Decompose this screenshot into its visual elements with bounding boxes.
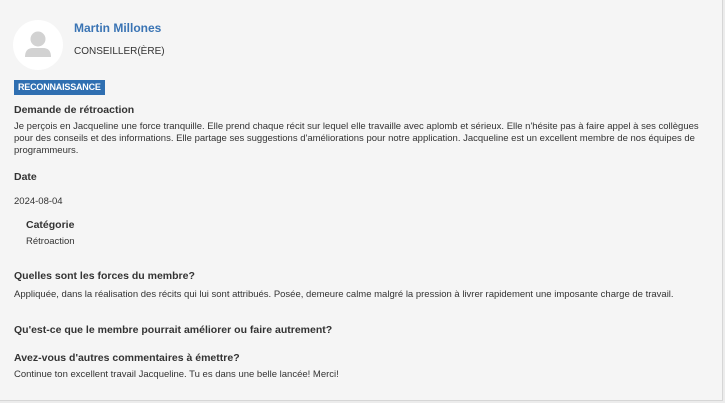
strengths-question: Quelles sont les forces du membre? bbox=[14, 270, 195, 282]
recognition-badge: RECONNAISSANCE bbox=[14, 80, 105, 95]
feedback-card: Martin Millones CONSEILLER(ÈRE) RECONNAI… bbox=[0, 0, 723, 401]
improve-question: Qu'est-ce que le membre pourrait amélior… bbox=[14, 324, 333, 336]
date-label: Date bbox=[14, 171, 37, 183]
feedback-label: Demande de rétroaction bbox=[14, 104, 135, 116]
category-label: Catégorie bbox=[26, 219, 75, 231]
strengths-answer: Appliquée, dans la réalisation des récit… bbox=[14, 289, 674, 300]
date-value: 2024-08-04 bbox=[14, 196, 63, 207]
member-role: CONSEILLER(ÈRE) bbox=[74, 46, 165, 57]
avatar bbox=[13, 20, 63, 70]
category-value: Rétroaction bbox=[26, 236, 75, 247]
comments-answer: Continue ton excellent travail Jacquelin… bbox=[14, 369, 339, 380]
comments-question: Avez-vous d'autres commentaires à émettr… bbox=[14, 352, 240, 364]
user-placeholder-icon bbox=[25, 31, 51, 57]
member-name[interactable]: Martin Millones bbox=[74, 21, 161, 35]
feedback-text: Je perçois en Jacqueline une force tranq… bbox=[14, 121, 699, 156]
